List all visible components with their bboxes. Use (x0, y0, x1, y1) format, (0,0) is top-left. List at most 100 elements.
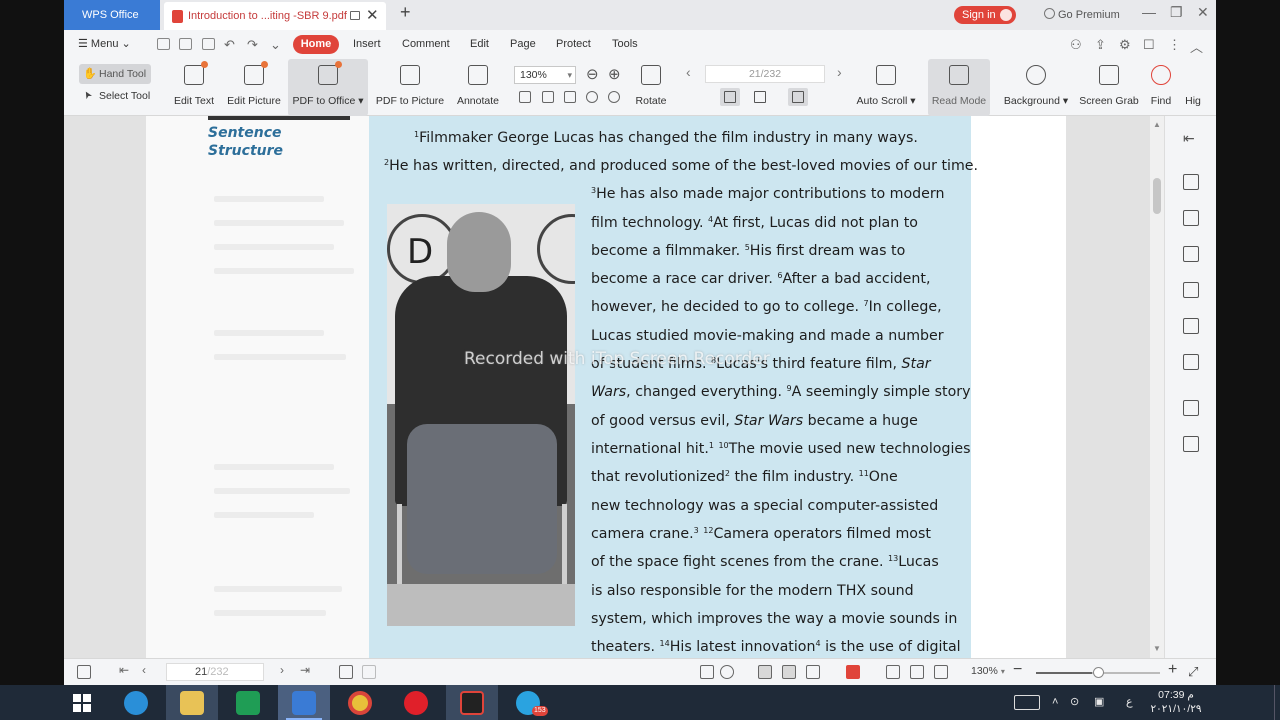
previous-page-icon[interactable]: ‹ (686, 64, 691, 80)
two-page-view-icon[interactable] (750, 88, 770, 106)
wps-office-tab[interactable]: WPS Office (64, 0, 160, 30)
fit-page-icon[interactable] (542, 91, 554, 103)
recorder-tray-icon[interactable]: ⊙ (1070, 685, 1079, 720)
scrollbar-thumb[interactable] (1153, 178, 1161, 214)
read-mode-button[interactable]: Read Mode (928, 59, 990, 116)
signature-icon[interactable] (1183, 318, 1199, 334)
system-clock[interactable]: 07:39 م ٢٠٢١/١٠/٢٩ (1148, 688, 1204, 716)
quick-access-dropdown-icon[interactable]: ⌄ (270, 37, 281, 53)
keyboard-icon[interactable] (1014, 695, 1040, 710)
internet-explorer-icon[interactable] (110, 685, 162, 720)
auto-scroll-button[interactable]: Auto Scroll ▾ (856, 59, 916, 116)
find-button[interactable]: Find (1146, 59, 1176, 116)
screen-grab-button[interactable]: Screen Grab (1078, 59, 1140, 116)
tab-protect[interactable]: Protect (556, 30, 591, 59)
single-page-view-icon[interactable] (720, 88, 740, 106)
status-zoom-select[interactable]: 130% (971, 665, 1005, 677)
settings-icon[interactable]: ⚙ (1119, 37, 1131, 53)
store-icon[interactable] (222, 685, 274, 720)
actual-size-icon[interactable] (519, 91, 531, 103)
show-desktop-button[interactable] (1274, 685, 1280, 720)
restore-icon[interactable]: ❐ (1170, 4, 1183, 21)
sidebar-toggle-icon[interactable] (77, 665, 91, 679)
file-explorer-icon[interactable] (166, 685, 218, 720)
export-icon[interactable] (1183, 246, 1199, 262)
document-viewport[interactable]: Sentence Structure D 1Filmmaker George L… (64, 116, 1164, 658)
continuous-status-icon[interactable] (758, 665, 772, 679)
zoom-in-status-icon[interactable]: + (1168, 661, 1177, 679)
fit-page-status-icon[interactable] (910, 665, 924, 679)
insert-page-icon[interactable] (362, 665, 376, 679)
collapse-sidebar-icon[interactable]: ⇤ (1183, 130, 1195, 147)
play-slideshow-icon[interactable] (846, 665, 860, 679)
edit-text-button[interactable]: Edit Text (168, 59, 220, 116)
network-icon[interactable]: ▣ (1094, 685, 1104, 720)
fit-status-icon[interactable] (700, 665, 714, 679)
hand-tool-button[interactable]: Hand Tool (79, 64, 151, 84)
redo-icon[interactable]: ↷ (247, 37, 258, 53)
actual-size-status-icon[interactable] (934, 665, 948, 679)
language-indicator[interactable]: ع (1126, 685, 1133, 720)
show-hidden-icons[interactable]: ˄ (1052, 685, 1058, 720)
wps-office-taskbar-icon[interactable] (278, 685, 330, 720)
zoom-slider-knob[interactable] (1093, 667, 1104, 678)
print-side-icon[interactable] (1183, 400, 1199, 416)
minimize-icon[interactable]: — (1142, 4, 1156, 20)
convert-icon[interactable] (1183, 174, 1199, 190)
comment-icon[interactable]: ☐ (1143, 37, 1155, 53)
tab-tools[interactable]: Tools (612, 30, 638, 59)
first-page-icon[interactable]: ⇤ (119, 663, 129, 677)
close-window-icon[interactable]: ✕ (1197, 4, 1209, 21)
tab-edit[interactable]: Edit (470, 30, 489, 59)
single-status-icon[interactable] (782, 665, 796, 679)
new-tab-button[interactable]: + (400, 2, 411, 23)
save-icon[interactable] (179, 38, 192, 50)
next-page-icon[interactable]: › (837, 64, 842, 80)
fullscreen-icon[interactable]: ⤢ (1188, 664, 1198, 680)
compress-icon[interactable] (1183, 436, 1199, 452)
vertical-scrollbar[interactable]: ▲ ▼ (1150, 116, 1164, 658)
annotate-button[interactable]: Annotate (452, 59, 504, 116)
select-tool-button[interactable]: Select Tool (84, 90, 150, 102)
opera-icon[interactable] (390, 685, 442, 720)
sign-in-button[interactable]: Sign in (954, 6, 1016, 24)
edit-document-icon[interactable] (1183, 210, 1199, 226)
fit-width-icon[interactable] (564, 91, 576, 103)
scroll-up-icon[interactable]: ▲ (1153, 120, 1161, 129)
compare-icon[interactable] (1183, 354, 1199, 370)
next-page-status-icon[interactable]: › (280, 663, 284, 677)
chrome-icon[interactable] (334, 685, 386, 720)
pdf-to-picture-button[interactable]: PDF to Picture (374, 59, 446, 116)
close-tab-icon[interactable]: ✕ (366, 2, 379, 30)
screen-recorder-icon[interactable] (446, 685, 498, 720)
undo-icon[interactable]: ↶ (224, 37, 235, 53)
tab-insert[interactable]: Insert (353, 30, 381, 59)
print-icon[interactable] (202, 38, 215, 50)
zoom-out-icon[interactable]: ⊖ (586, 65, 599, 83)
add-page-icon[interactable] (339, 665, 353, 679)
document-tab[interactable]: Introduction to ...iting -SBR 9.pdf ✕ (164, 2, 386, 30)
page-number-input[interactable]: 21/232 (705, 65, 825, 83)
zoom-in-icon[interactable]: ⊕ (608, 65, 621, 83)
fit-width-status-icon[interactable] (886, 665, 900, 679)
edit-picture-button[interactable]: Edit Picture (224, 59, 284, 116)
telegram-icon[interactable]: 153 (502, 685, 554, 720)
rotate-button[interactable]: Rotate (630, 59, 672, 116)
collapse-ribbon-icon[interactable]: ︿ (1190, 37, 1203, 56)
tab-home[interactable]: Home (293, 35, 339, 54)
pdf-to-office-button[interactable]: PDF to Office ▾ (288, 59, 368, 116)
prev-page-status-icon[interactable]: ‹ (142, 663, 146, 677)
scroll-down-icon[interactable]: ▼ (1153, 644, 1161, 653)
zoom-select[interactable]: 130% (514, 66, 576, 84)
window-mode-icon[interactable] (350, 11, 360, 20)
last-page-icon[interactable]: ⇥ (300, 663, 310, 677)
share-icon[interactable]: ⇪ (1095, 37, 1106, 53)
eye-icon[interactable] (720, 665, 734, 679)
zoom-slider[interactable] (1036, 667, 1160, 678)
fill-sign-icon[interactable] (1183, 282, 1199, 298)
tab-comment[interactable]: Comment (402, 30, 450, 59)
rotate-left-icon[interactable] (586, 91, 598, 103)
open-folder-icon[interactable] (157, 38, 170, 50)
menu-button[interactable]: ☰ Menu ⌄ (78, 30, 131, 59)
highlight-button[interactable]: Hig (1180, 59, 1206, 116)
